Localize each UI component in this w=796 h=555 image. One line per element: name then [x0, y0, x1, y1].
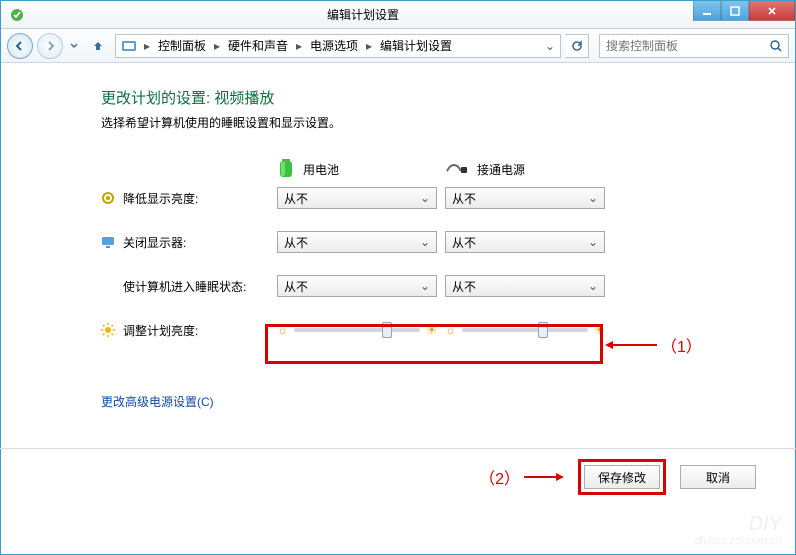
navbar: ▸ 控制面板 ▸ 硬件和声音 ▸ 电源选项 ▸ 编辑计划设置 ⌄: [1, 29, 795, 63]
sleep-battery-dropdown[interactable]: 从不⌄: [277, 275, 437, 297]
plug-icon: [445, 161, 469, 178]
search-input[interactable]: [604, 38, 768, 54]
breadcrumb-item[interactable]: 硬件和声音: [224, 35, 292, 57]
page-subtext: 选择希望计算机使用的睡眠设置和显示设置。: [101, 114, 735, 131]
sleep-ac-dropdown[interactable]: 从不⌄: [445, 275, 605, 297]
window-title: 编辑计划设置: [33, 6, 693, 23]
moon-icon: [101, 279, 115, 293]
address-bar[interactable]: ▸ 控制面板 ▸ 硬件和声音 ▸ 电源选项 ▸ 编辑计划设置 ⌄: [115, 34, 561, 58]
maximize-button[interactable]: [721, 1, 749, 21]
annotation-box-2: 保存修改: [578, 459, 666, 495]
chevron-right-icon[interactable]: ▸: [141, 39, 153, 53]
sun-icon: [101, 323, 115, 337]
history-dropdown[interactable]: [67, 33, 81, 59]
column-ac: 接通电源: [445, 153, 605, 185]
cancel-button[interactable]: 取消: [680, 465, 756, 489]
off-battery-dropdown[interactable]: 从不⌄: [277, 231, 437, 253]
back-button[interactable]: [7, 33, 33, 59]
chevron-down-icon: ⌄: [588, 191, 598, 205]
app-icon: [9, 7, 25, 23]
annotation-1: （1）: [605, 333, 702, 357]
row-off-label: 关闭显示器:: [101, 229, 269, 255]
save-button[interactable]: 保存修改: [584, 465, 660, 489]
row-sleep-label: 使计算机进入睡眠状态:: [101, 273, 269, 299]
footer: （2） 保存修改 取消: [0, 448, 796, 495]
minimize-button[interactable]: [693, 1, 721, 21]
close-button[interactable]: [749, 1, 795, 21]
refresh-button[interactable]: [565, 34, 589, 58]
search-icon[interactable]: [768, 39, 784, 53]
breadcrumb-item[interactable]: 编辑计划设置: [376, 35, 456, 57]
sun-large-icon: ☀: [426, 323, 437, 337]
advanced-settings-link[interactable]: 更改高级电源设置(C): [101, 393, 214, 410]
titlebar: 编辑计划设置: [1, 1, 795, 29]
dim-ac-dropdown[interactable]: 从不⌄: [445, 187, 605, 209]
monitor-icon: [101, 235, 115, 249]
annotation-2: （2）: [479, 465, 564, 489]
chevron-down-icon: ⌄: [420, 235, 430, 249]
row-bright-label: 调整计划亮度:: [101, 317, 269, 343]
row-dim-label: 降低显示亮度:: [101, 185, 269, 211]
dim-battery-dropdown[interactable]: 从不⌄: [277, 187, 437, 209]
chevron-right-icon[interactable]: ▸: [211, 39, 223, 53]
breadcrumb-item[interactable]: 控制面板: [154, 35, 210, 57]
chevron-down-icon: ⌄: [588, 235, 598, 249]
sun-small-icon: ☼: [445, 323, 456, 337]
page-heading: 更改计划的设置: 视频播放: [101, 87, 735, 108]
sun-small-icon: ☼: [277, 323, 288, 337]
window-frame: 编辑计划设置 ▸ 控制面板 ▸ 硬件和声音 ▸ 电源选项 ▸ 编辑计划设置 ⌄: [0, 0, 796, 555]
breadcrumb-item[interactable]: 电源选项: [306, 35, 362, 57]
forward-button[interactable]: [37, 33, 63, 59]
column-battery: 用电池: [277, 153, 437, 185]
chevron-right-icon[interactable]: ▸: [293, 39, 305, 53]
bright-battery-slider[interactable]: ☼ ☀: [277, 317, 437, 343]
search-box[interactable]: [599, 34, 789, 58]
bright-ac-slider[interactable]: ☼ ☀: [445, 317, 605, 343]
chevron-down-icon: ⌄: [588, 279, 598, 293]
chevron-down-icon: ⌄: [420, 191, 430, 205]
control-panel-icon: [121, 38, 137, 54]
up-button[interactable]: [88, 36, 108, 56]
sun-large-icon: ☀: [594, 323, 605, 337]
battery-icon: [277, 157, 295, 182]
address-dropdown[interactable]: ⌄: [542, 39, 558, 53]
chevron-down-icon: ⌄: [420, 279, 430, 293]
off-ac-dropdown[interactable]: 从不⌄: [445, 231, 605, 253]
dim-icon: [101, 191, 115, 205]
chevron-right-icon[interactable]: ▸: [363, 39, 375, 53]
